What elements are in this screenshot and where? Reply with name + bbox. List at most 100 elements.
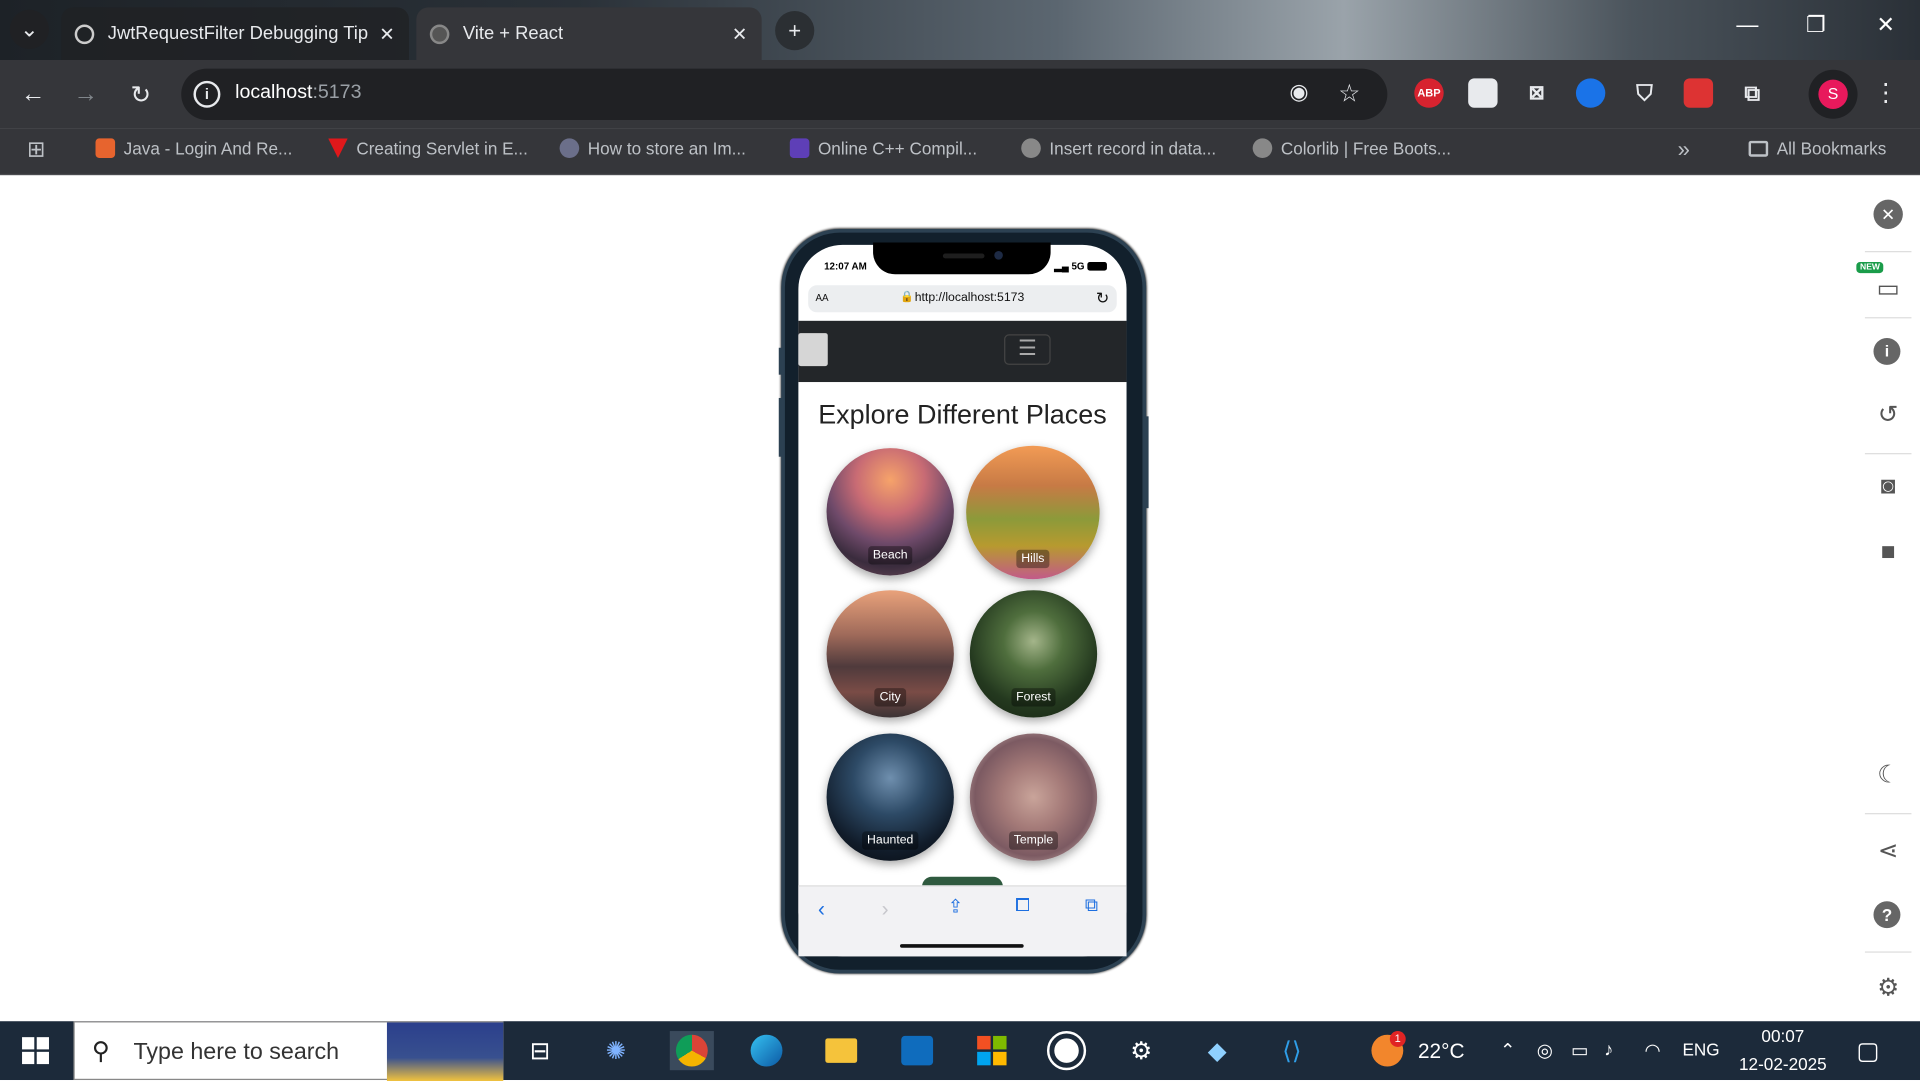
app-navbar: ☰: [798, 320, 1127, 383]
notch: [873, 242, 1051, 275]
profile-button[interactable]: S: [1808, 69, 1858, 119]
taskbar-search-box[interactable]: ⚲ Type here to search: [73, 1021, 504, 1081]
safari-forward-icon[interactable]: ›: [882, 898, 889, 922]
place-hills[interactable]: Hills: [966, 445, 1100, 580]
reload-button[interactable]: ↻: [120, 75, 162, 114]
new-tab-button[interactable]: +: [775, 11, 815, 51]
file-explorer-icon[interactable]: [819, 1031, 863, 1070]
language-indicator[interactable]: ENG: [1682, 1040, 1719, 1060]
brand-logo[interactable]: [798, 333, 828, 367]
place-temple[interactable]: Temple: [969, 733, 1098, 861]
close-tab-icon[interactable]: ✕: [372, 23, 401, 45]
text-size-button[interactable]: AA: [816, 293, 829, 304]
show-hidden-icons-icon[interactable]: ⌃: [1500, 1040, 1515, 1062]
microsoft-store-icon[interactable]: [970, 1031, 1014, 1070]
whatsapp-icon[interactable]: [1044, 1031, 1088, 1071]
minimize-button[interactable]: —: [1723, 12, 1772, 38]
safari-address-bar[interactable]: AA 🔒 http://localhost:5173 ↻: [808, 285, 1117, 313]
signal-icon: ▂▄: [1054, 260, 1069, 272]
task-view-icon[interactable]: ⊟: [518, 1031, 562, 1070]
bookmark-item[interactable]: Java - Login And Re...: [95, 138, 293, 158]
place-label: Hills: [1016, 549, 1050, 569]
network-label: 5G: [1071, 260, 1085, 272]
bookmark-item[interactable]: Colorlib | Free Boots...: [1252, 138, 1451, 158]
volume-icon[interactable]: ♪: [1604, 1040, 1613, 1061]
share-icon[interactable]: ⇪: [948, 895, 963, 917]
site-info-icon[interactable]: i: [193, 80, 221, 108]
tab-title: JwtRequestFilter Debugging Tip: [107, 23, 369, 45]
all-bookmarks-folder[interactable]: All Bookmarks: [1748, 138, 1886, 158]
eye-off-icon[interactable]: ◉: [1289, 80, 1308, 106]
tab-search-button[interactable]: ⌄: [9, 9, 49, 49]
bookmark-favicon: [789, 138, 810, 158]
rotate-icon[interactable]: ↺: [1869, 399, 1908, 430]
windows-start-icon[interactable]: [22, 1037, 49, 1065]
search-icon: ⚲: [91, 1038, 110, 1066]
bookmark-item[interactable]: Online C++ Compil...: [789, 138, 977, 158]
reload-icon[interactable]: ↻: [1096, 289, 1109, 309]
safari-back-icon[interactable]: ‹: [818, 898, 825, 922]
forward-button[interactable]: →: [65, 75, 107, 114]
tab-jwt[interactable]: JwtRequestFilter Debugging Tip ✕: [61, 7, 409, 61]
address-bar[interactable]: i localhost:5173 ◉ ☆: [181, 68, 1388, 121]
dark-mode-moon-icon[interactable]: ☾: [1869, 759, 1908, 790]
copilot-icon[interactable]: ✺: [594, 1031, 638, 1070]
place-beach[interactable]: Beach: [826, 448, 954, 576]
vscode-icon[interactable]: ⟨⟩: [1270, 1031, 1314, 1070]
adblock-plus-icon[interactable]: ABP: [1414, 78, 1444, 108]
battery-tray-icon[interactable]: ▭: [1571, 1040, 1588, 1062]
home-indicator: [900, 944, 1024, 948]
notifications-icon[interactable]: ▢: [1856, 1036, 1879, 1067]
apps-grid-icon[interactable]: ⊞: [27, 137, 45, 163]
tab-vite-react[interactable]: Vite + React ✕: [416, 7, 762, 61]
bookmark-item[interactable]: Insert record in data...: [1021, 138, 1216, 158]
tabs-icon[interactable]: ⧉: [1085, 895, 1098, 916]
gear-app-icon[interactable]: ⚙: [1119, 1031, 1163, 1070]
search-highlight-image: [386, 1022, 504, 1081]
place-label: Haunted: [862, 831, 919, 850]
more-menu-icon[interactable]: ⋮: [1873, 77, 1897, 108]
hamburger-menu-button[interactable]: ☰: [1004, 334, 1051, 365]
battery-icon: [1087, 262, 1107, 271]
bookmarks-book-icon[interactable]: ⧠: [1015, 895, 1030, 916]
extensions-puzzle-icon[interactable]: ⧉: [1738, 78, 1767, 107]
screenshot-camera-icon[interactable]: ◙: [1869, 473, 1908, 501]
clock-date[interactable]: 12-02-2025: [1736, 1054, 1829, 1074]
responsive-devices-icon[interactable]: ▭: [1869, 273, 1908, 304]
bookmark-item[interactable]: How to store an Im...: [559, 138, 746, 158]
wifi-icon[interactable]: ◠: [1645, 1040, 1661, 1062]
folder-icon: [1748, 140, 1769, 157]
notepad-app-icon[interactable]: ◆: [1195, 1031, 1239, 1070]
help-icon[interactable]: ?: [1873, 901, 1901, 929]
place-forest[interactable]: Forest: [969, 590, 1098, 718]
restore-button[interactable]: ❐: [1791, 12, 1840, 38]
calendar-extension-icon[interactable]: [1468, 78, 1498, 108]
weather-temp[interactable]: 22°C: [1418, 1040, 1465, 1064]
outlook-icon[interactable]: [895, 1031, 939, 1070]
place-city[interactable]: City: [826, 590, 954, 718]
bookmark-star-icon[interactable]: ☆: [1338, 78, 1360, 109]
close-tab-icon[interactable]: ✕: [725, 23, 754, 45]
shazam-icon[interactable]: [1575, 78, 1606, 108]
info-icon[interactable]: i: [1873, 337, 1901, 365]
place-haunted[interactable]: Haunted: [826, 733, 954, 861]
record-video-icon[interactable]: ■: [1869, 539, 1908, 567]
clock-time[interactable]: 00:07: [1736, 1026, 1829, 1046]
excel-extension-icon[interactable]: ⊠: [1522, 78, 1551, 107]
edge-icon[interactable]: [744, 1031, 788, 1070]
bookmark-favicon: [328, 138, 348, 158]
close-window-button[interactable]: ✕: [1861, 12, 1910, 38]
bookmark-item[interactable]: Creating Servlet in E...: [328, 138, 528, 158]
settings-gear-icon[interactable]: ⚙: [1869, 972, 1908, 1003]
shield-icon[interactable]: ⛉: [1630, 78, 1659, 107]
side-button: [778, 347, 784, 375]
meet-camera-icon[interactable]: ◎: [1537, 1040, 1553, 1062]
chrome-taskbar-icon[interactable]: [669, 1031, 714, 1071]
bookmark-favicon: [559, 138, 580, 158]
puzzle-red-extension-icon[interactable]: [1683, 78, 1714, 108]
close-panel-icon[interactable]: ✕: [1873, 199, 1903, 229]
avatar: S: [1818, 79, 1848, 109]
back-button[interactable]: ←: [12, 75, 54, 114]
more-bookmarks-icon[interactable]: »: [1678, 137, 1690, 163]
share-nodes-icon[interactable]: ⋖: [1869, 835, 1908, 866]
